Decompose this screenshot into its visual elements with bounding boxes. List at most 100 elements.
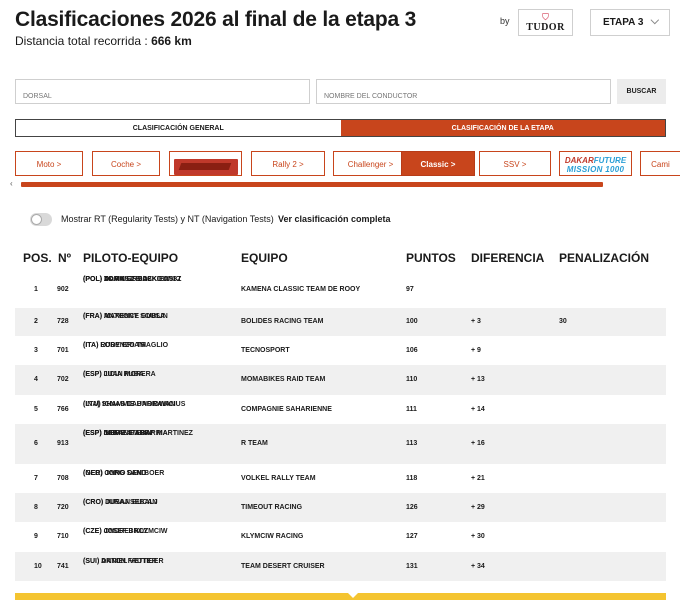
table-row[interactable]: 3 701 TECNOSPORT 106 + 9 (ITA) LORENZO TRAGLI… xyxy=(15,336,666,365)
row-penalty: 30 xyxy=(559,318,567,325)
row-pos: 8 xyxy=(34,504,38,511)
pilot-name[interactable]: (ITA) RUDY BRIANI xyxy=(83,341,146,351)
row-points: 106 xyxy=(406,347,418,354)
dakar-classic-logo-icon xyxy=(173,159,238,175)
bottom-notch-icon xyxy=(348,593,358,598)
scroll-left-icon[interactable]: ‹ xyxy=(10,179,13,188)
sponsor-logo[interactable]: ⛉ TUDOR xyxy=(518,9,573,36)
results-table: POS. Nº PILOTO-EQUIPO EQUIPO PUNTOS DIFE… xyxy=(15,246,666,581)
row-difference: + 9 xyxy=(471,347,481,354)
search-row: BUSCAR xyxy=(15,79,666,104)
row-team: TIMEOUT RACING xyxy=(241,504,303,511)
row-team: MOMABIKES RAID TEAM xyxy=(241,376,326,383)
category-rally2[interactable]: Rally 2 > xyxy=(251,151,325,176)
pilot-name[interactable]: (ESP) IKER EXTEBARRIA xyxy=(83,429,168,439)
sponsor-brand-name: TUDOR xyxy=(526,22,565,33)
pilot-name[interactable]: (ESP) LIDIA RUBA xyxy=(83,370,144,380)
pilot-name[interactable]: (LTU) IGNAS DAUNORAVICIUS xyxy=(83,400,185,410)
table-row[interactable]: 5 766 COMPAGNIE SAHARIENNE 111 + 14 (INA) SHA… xyxy=(15,395,666,424)
pilot-name[interactable]: (NED) ONNO DEN BOER xyxy=(83,469,164,479)
table-row[interactable]: 8 720 TIMEOUT RACING 126 + 29 (CRO) JURAJ SEB… xyxy=(15,493,666,522)
row-number: 702 xyxy=(57,376,69,383)
tudor-shield-icon: ⛉ xyxy=(542,12,549,22)
category-coche[interactable]: Coche > xyxy=(92,151,160,176)
header-team: EQUIPO xyxy=(241,251,288,265)
row-difference: + 16 xyxy=(471,440,485,447)
row-number: 710 xyxy=(57,533,69,540)
full-classification-link[interactable]: Ver clasificación completa xyxy=(278,214,391,224)
distance-label: Distancia total recorrida : xyxy=(15,34,148,48)
row-difference: + 13 xyxy=(471,376,485,383)
table-row[interactable]: 9 710 KLYMCIW RACING 127 + 30 (CZE) ONDREJ KL… xyxy=(15,522,666,552)
classification-tabs: CLASIFICACIÓN GENERAL CLASIFICACIÓN DE L… xyxy=(15,119,666,137)
pilot-name[interactable]: (CRO) DUSAN BUCAN xyxy=(83,498,157,508)
category-bar: Moto > Coche > Rally 2 > Challenger > Cl… xyxy=(15,151,680,177)
category-scrollbar[interactable]: ‹ xyxy=(10,179,666,188)
category-dakar-future[interactable]: DAKARFUTURE MISSION 1000 xyxy=(559,151,632,176)
table-row[interactable]: 7 708 VOLKEL RALLY TEAM 118 + 21 (GER) JORG S… xyxy=(15,464,666,493)
table-row[interactable]: 10 741 TEAM DESERT CRUISER 131 + 34 (SUI) DAN… xyxy=(15,552,666,581)
row-difference: + 34 xyxy=(471,563,485,570)
search-button[interactable]: BUSCAR xyxy=(617,79,666,104)
pilot-name[interactable]: (CZE) JOSEF BROZ xyxy=(83,527,148,537)
driver-name-input[interactable] xyxy=(316,79,611,104)
row-pos: 2 xyxy=(34,318,38,325)
scrollbar-thumb[interactable] xyxy=(21,182,603,187)
category-ssv[interactable]: SSV > xyxy=(479,151,551,176)
category-classic[interactable]: Classic > xyxy=(401,151,475,176)
tab-stage-classification[interactable]: CLASIFICACIÓN DE LA ETAPA xyxy=(340,120,665,136)
row-team: KAMENA CLASSIC TEAM DE ROOY xyxy=(241,286,361,293)
row-points: 127 xyxy=(406,533,418,540)
row-points: 118 xyxy=(406,475,418,482)
row-number: 741 xyxy=(57,563,69,570)
tab-general-classification[interactable]: CLASIFICACIÓN GENERAL xyxy=(16,120,341,136)
distance-summary: Distancia total recorrida : 666 km xyxy=(15,34,675,48)
row-pos: 9 xyxy=(34,533,38,540)
stage-select[interactable]: ETAPA 3 ⌵ xyxy=(590,9,670,36)
row-team: R TEAM xyxy=(241,440,268,447)
header-penalty: PENALIZACIÓN xyxy=(559,251,649,265)
row-team: TECNOSPORT xyxy=(241,347,290,354)
row-points: 113 xyxy=(406,440,418,447)
table-row[interactable]: 2 728 BOLIDES RACING TEAM 100 + 3 30 (FRA) MAX… xyxy=(15,308,666,336)
row-pos: 3 xyxy=(34,347,38,354)
sponsor-by-text: by xyxy=(500,16,510,26)
row-team: TEAM DESERT CRUISER xyxy=(241,563,325,570)
dorsal-input[interactable] xyxy=(15,79,310,104)
rt-nt-toggle[interactable] xyxy=(30,213,52,226)
table-row[interactable]: 1 902 KAMENA CLASSIC TEAM DE ROOY 97 (POL) T… xyxy=(15,271,666,308)
row-number: 720 xyxy=(57,504,69,511)
pilot-name[interactable]: (POL) ADAM GRODZKI xyxy=(83,275,159,285)
table-header: POS. Nº PILOTO-EQUIPO EQUIPO PUNTOS DIFE… xyxy=(15,246,666,271)
row-points: 131 xyxy=(406,563,418,570)
row-difference: + 21 xyxy=(471,475,485,482)
header-pos: POS. xyxy=(23,251,52,265)
page-title: Clasificaciones 2026 al final de la etap… xyxy=(15,8,417,31)
row-team: BOLIDES RACING TEAM xyxy=(241,318,324,325)
row-number: 708 xyxy=(57,475,69,482)
row-pos: 1 xyxy=(34,286,38,293)
category-moto[interactable]: Moto > xyxy=(15,151,83,176)
row-difference: + 29 xyxy=(471,504,485,511)
table-row[interactable]: 6 913 R TEAM 113 + 16 (ESP) JAIME "PARRI" MAR… xyxy=(15,424,666,464)
row-points: 110 xyxy=(406,376,418,383)
row-team: COMPAGNIE SAHARIENNE xyxy=(241,406,332,413)
category-challenger[interactable]: Challenger > xyxy=(333,151,408,176)
header-number: Nº xyxy=(58,251,72,265)
page-header: Clasificaciones 2026 al final de la etap… xyxy=(15,8,675,58)
table-row[interactable]: 4 702 MOMABIKES RAID TEAM 110 + 13 (ESP) JUAN… xyxy=(15,365,666,395)
pilot-name[interactable]: (FRA) ANTHONY SOUSA xyxy=(83,312,165,322)
category-dakar-classic-logo[interactable] xyxy=(169,151,242,176)
row-team: KLYMCIW RACING xyxy=(241,533,304,540)
header-difference: DIFERENCIA xyxy=(471,251,545,265)
table-body: 1 902 KAMENA CLASSIC TEAM DE ROOY 97 (POL) T… xyxy=(15,271,666,581)
rt-nt-toggle-label: Mostrar RT (Regularity Tests) y NT (Navi… xyxy=(61,214,274,224)
row-number: 902 xyxy=(57,286,69,293)
chevron-down-icon: ⌵ xyxy=(650,15,659,27)
pilot-name[interactable]: (SUI) ANTON FRUTIGER xyxy=(83,557,164,567)
row-points: 126 xyxy=(406,504,418,511)
row-points: 111 xyxy=(406,406,417,413)
row-pos: 6 xyxy=(34,440,38,447)
category-camion[interactable]: Cami xyxy=(640,151,680,176)
row-number: 913 xyxy=(57,440,69,447)
